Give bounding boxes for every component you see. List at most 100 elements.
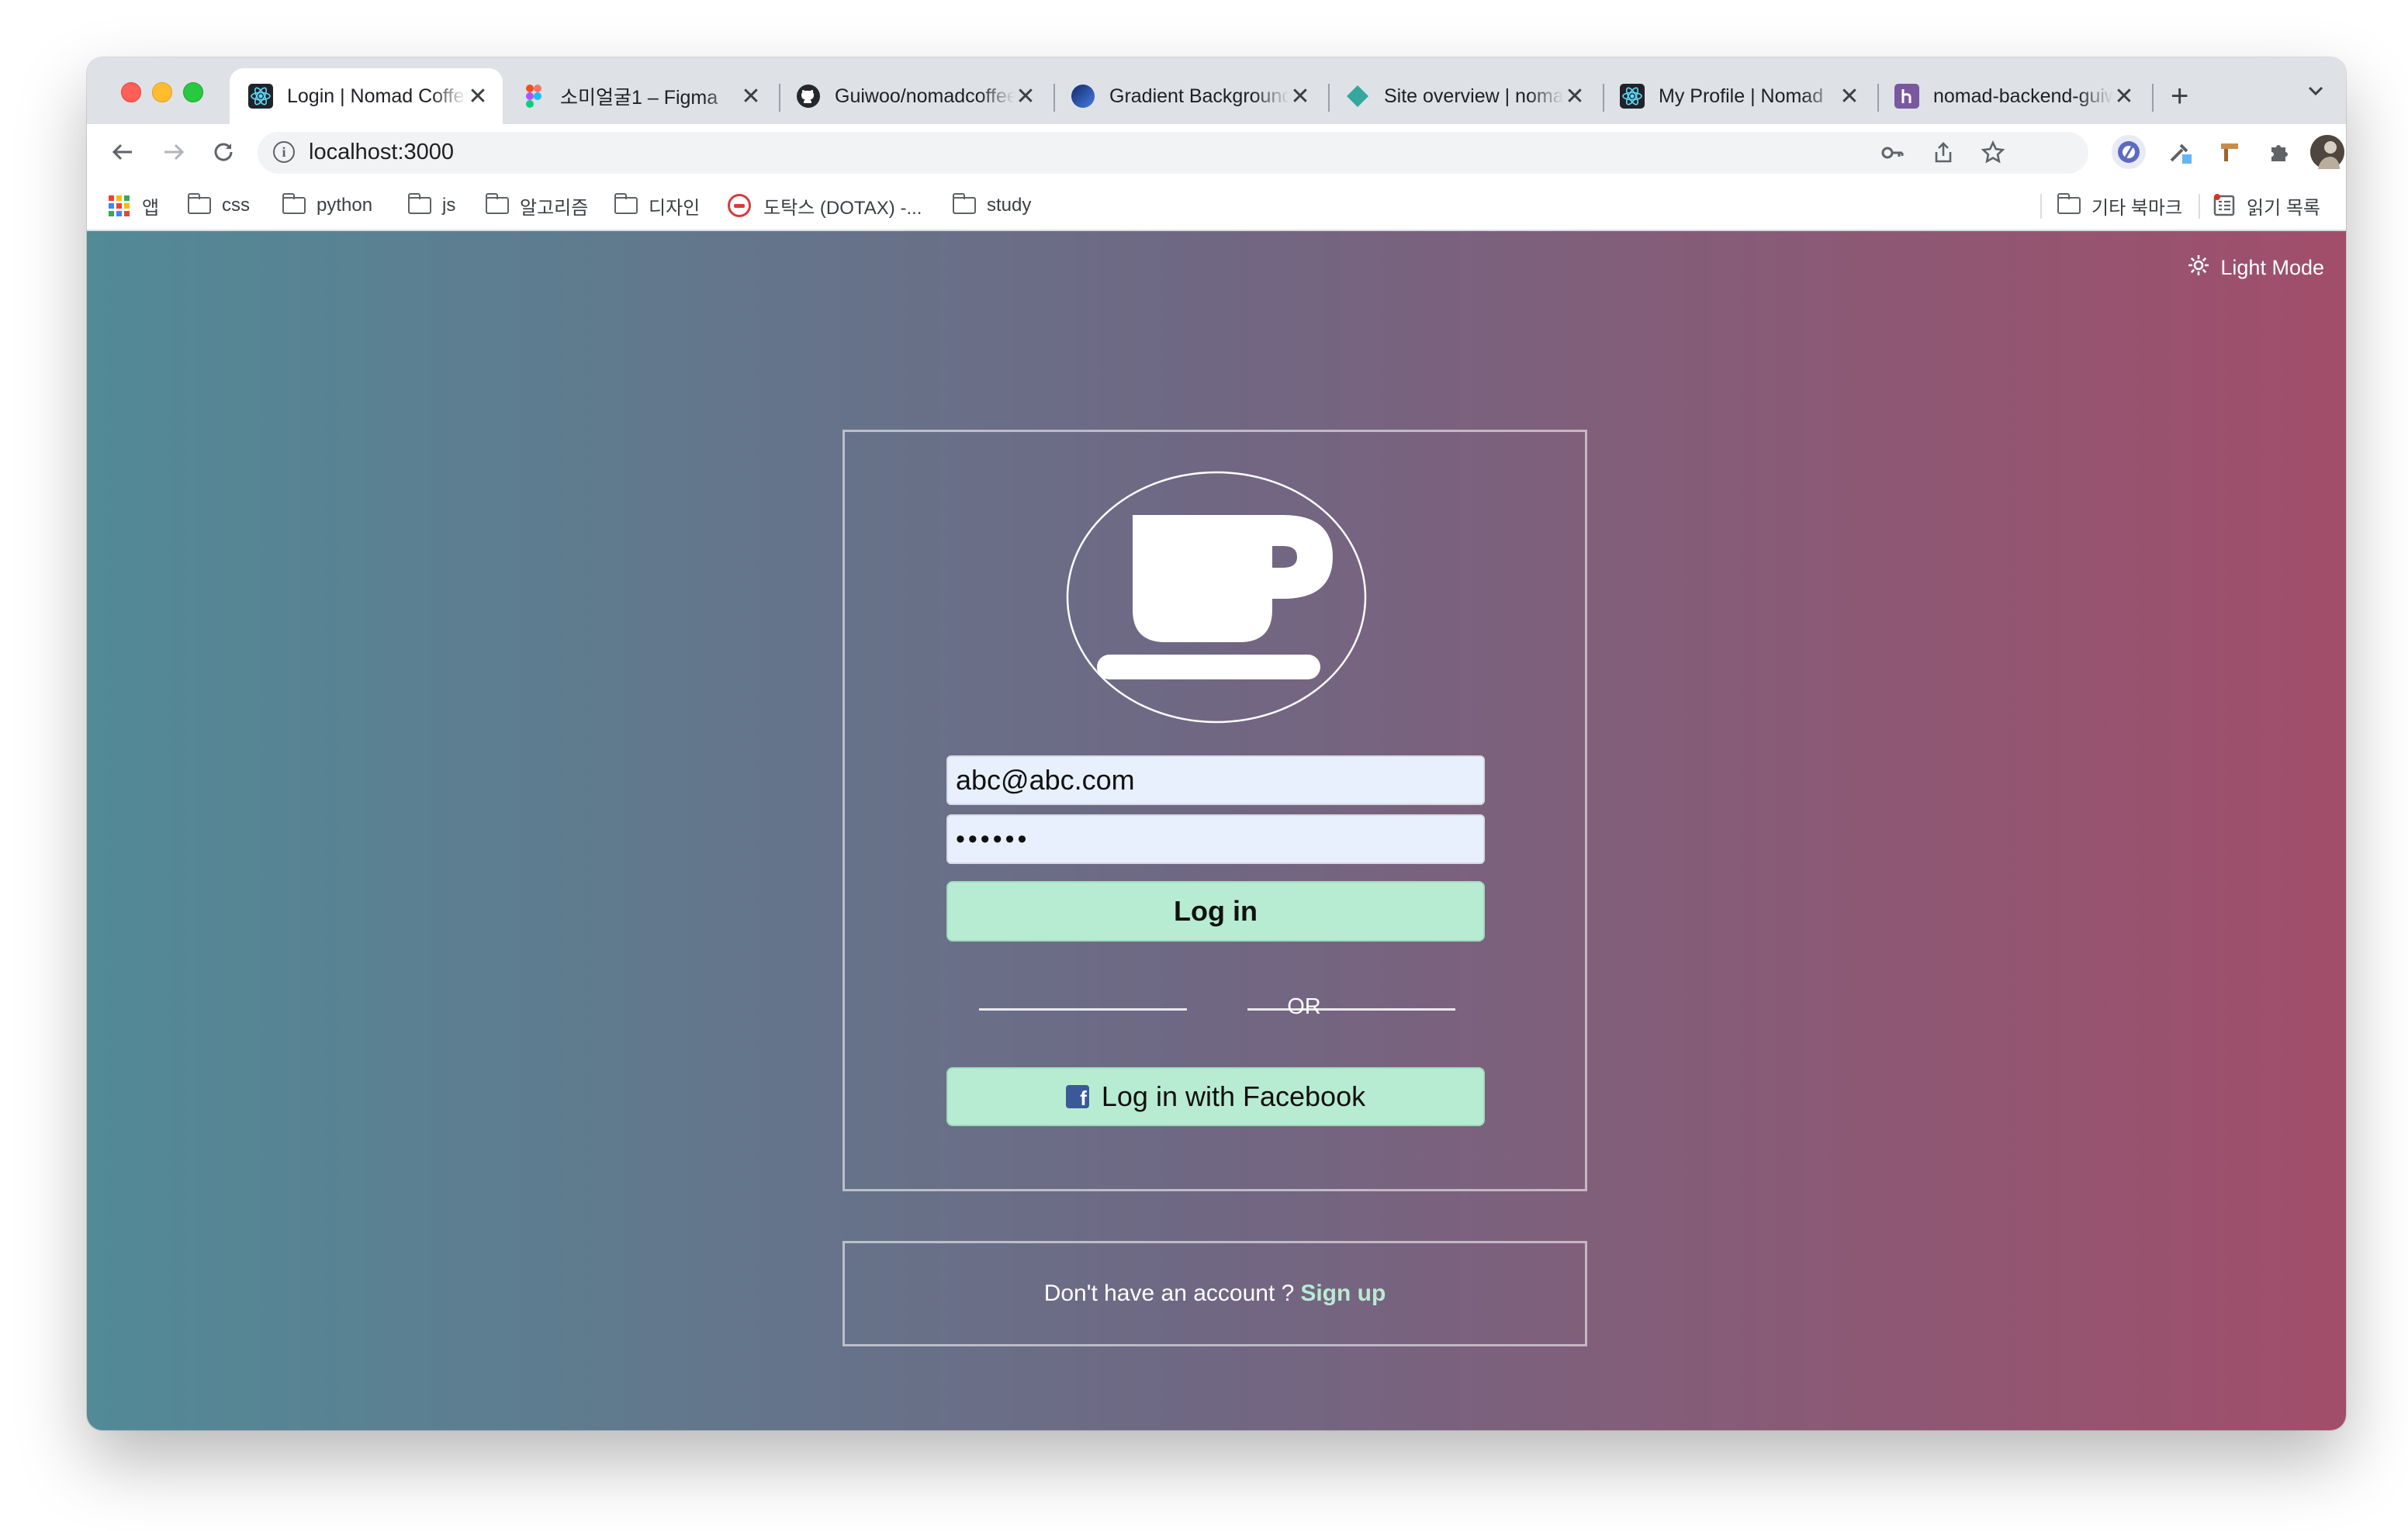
bookmark-folder-python[interactable]: python: [282, 192, 372, 219]
tab-close-icon[interactable]: ✕: [1564, 84, 1586, 109]
dotax-icon: [728, 194, 751, 217]
tab-title: My Profile | Nomad: [1659, 85, 1824, 107]
bookmark-label: study: [987, 195, 1032, 216]
bookmark-divider: [2040, 194, 2042, 219]
tab-close-icon[interactable]: ✕: [467, 84, 489, 109]
folder-icon: [952, 193, 976, 214]
bookmark-dotax[interactable]: 도탁스 (DOTAX) -...: [728, 192, 922, 219]
puzzle-extensions-icon[interactable]: [2262, 135, 2296, 169]
tab-title: nomad-backend-guiwoo: [1933, 85, 2113, 107]
bookmark-folder-study[interactable]: study: [952, 192, 1032, 219]
tab-github[interactable]: Guiwoo/nomadcoffee ✕: [777, 68, 1050, 124]
signup-link[interactable]: Sign up: [1300, 1280, 1386, 1307]
tab-title: 소미얼굴1 – Figma: [560, 87, 718, 109]
bookmark-divider: [2199, 194, 2200, 219]
bookmark-label: python: [317, 195, 373, 216]
folder-icon: [485, 193, 509, 214]
bookmark-other-folder[interactable]: 기타 북마크: [2057, 192, 2182, 219]
react-icon: [248, 84, 273, 109]
folder-icon: [407, 193, 431, 214]
or-divider-line: [979, 1008, 1187, 1011]
bookmark-label: css: [222, 195, 250, 216]
tab-close-icon[interactable]: ✕: [1839, 84, 1860, 109]
bookmark-label: 기타 북마크: [2091, 197, 2183, 219]
browser-toolbar: i localhost:3000: [87, 124, 2346, 181]
url-text: localhost:3000: [309, 140, 455, 164]
github-icon: [796, 84, 821, 109]
facebook-icon: f: [1065, 1085, 1089, 1108]
tab-my-profile[interactable]: My Profile | Nomad ✕: [1601, 68, 1874, 124]
facebook-login-label: Log in with Facebook: [1101, 1080, 1366, 1112]
bookmark-label: 앱: [142, 197, 160, 219]
extension-globe-icon[interactable]: [2112, 135, 2146, 169]
login-button[interactable]: Log in: [946, 881, 1485, 942]
forward-arrow-icon[interactable]: [157, 135, 191, 169]
bookmark-folder-css[interactable]: css: [187, 192, 250, 219]
share-icon[interactable]: [1930, 140, 1956, 166]
reading-list-button[interactable]: 읽기 목록: [2213, 192, 2320, 219]
tab-search-chevron-icon[interactable]: [2306, 81, 2326, 106]
reload-icon[interactable]: [206, 135, 240, 169]
bookmarks-bar: 앱 css python js 알고리즘 디자인 도탁스 (DOTAX) -..…: [87, 181, 2346, 231]
bookmark-star-icon[interactable]: [1980, 140, 2006, 166]
hammer-icon[interactable]: [2213, 135, 2247, 169]
signup-box: Don't have an account ? Sign up: [842, 1241, 1587, 1346]
bookmark-folder-design[interactable]: 디자인: [614, 192, 700, 219]
react-icon: [1620, 84, 1645, 109]
bookmark-label: js: [442, 195, 456, 216]
coffee-cup-logo-icon: [1064, 470, 1368, 730]
tab-close-icon[interactable]: ✕: [1015, 84, 1036, 109]
folder-icon: [614, 193, 638, 214]
key-icon[interactable]: [1879, 140, 1905, 166]
tab-separator: [2152, 84, 2154, 112]
bookmark-label: 디자인: [649, 197, 701, 219]
tab-site-overview[interactable]: Site overview | nomad ✕: [1327, 68, 1600, 124]
theme-toggle-label: Light Mode: [2220, 256, 2324, 279]
bookmark-label: 알고리즘: [520, 197, 589, 219]
or-divider-line: [1247, 1008, 1455, 1011]
tab-gradient-background[interactable]: Gradient Background ✕: [1052, 68, 1325, 124]
tab-close-icon[interactable]: ✕: [2113, 84, 2135, 109]
tab-strip: Login | Nomad Coffee ✕ 소미얼굴1 – Figma ✕ G…: [87, 57, 2346, 124]
tab-close-icon[interactable]: ✕: [1289, 84, 1311, 109]
page-content: Light Mode abc@abc.com •••••• Log in OR …: [87, 231, 2346, 1430]
tab-figma[interactable]: 소미얼굴1 – Figma ✕: [503, 68, 776, 124]
site-info-icon[interactable]: i: [273, 141, 295, 163]
email-field[interactable]: abc@abc.com: [946, 755, 1485, 805]
bookmark-apps[interactable]: 앱: [109, 192, 159, 219]
bookmark-folder-algorithm[interactable]: 알고리즘: [485, 192, 589, 219]
tab-title: Guiwoo/nomadcoffee: [835, 85, 1015, 107]
gradient-icon: [1071, 84, 1095, 109]
facebook-login-button[interactable]: f Log in with Facebook: [946, 1067, 1485, 1126]
theme-toggle-button[interactable]: Light Mode: [2188, 254, 2324, 282]
folder-icon: [2057, 193, 2081, 214]
tab-title: Site overview | nomad: [1384, 85, 1564, 107]
tab-login-nomad-coffee[interactable]: Login | Nomad Coffee ✕: [230, 68, 503, 124]
browser-window: Login | Nomad Coffee ✕ 소미얼굴1 – Figma ✕ G…: [87, 57, 2346, 1430]
figma-icon: [521, 84, 546, 109]
profile-avatar[interactable]: [2310, 135, 2344, 169]
bookmark-label: 도탁스 (DOTAX) -...: [763, 197, 922, 219]
back-arrow-icon[interactable]: [106, 135, 140, 169]
eyedropper-icon[interactable]: [2163, 135, 2197, 169]
bookmark-label: 읽기 목록: [2247, 197, 2320, 219]
tab-title: Gradient Background: [1109, 85, 1289, 107]
maximize-window-button[interactable]: [183, 82, 203, 102]
folder-icon: [282, 193, 306, 214]
tab-close-icon[interactable]: ✕: [740, 84, 762, 109]
apps-grid-icon: [109, 195, 130, 216]
signup-prompt: Don't have an account ?: [1043, 1280, 1295, 1306]
or-divider-text: OR: [1287, 994, 1321, 1019]
new-tab-button[interactable]: +: [2171, 81, 2188, 112]
reading-list-icon: [2213, 194, 2236, 217]
bookmark-folder-js[interactable]: js: [407, 192, 456, 219]
minimize-window-button[interactable]: [152, 82, 172, 102]
close-window-button[interactable]: [121, 82, 141, 102]
address-bar[interactable]: i localhost:3000: [258, 132, 2088, 174]
password-field[interactable]: ••••••: [946, 814, 1485, 864]
sun-icon: [2188, 254, 2209, 282]
tab-nomad-backend[interactable]: nomad-backend-guiwoo ✕: [1876, 68, 2149, 124]
folder-icon: [187, 193, 211, 214]
tab-title: Login | Nomad Coffee: [287, 85, 467, 107]
netlify-icon: [1345, 84, 1370, 109]
